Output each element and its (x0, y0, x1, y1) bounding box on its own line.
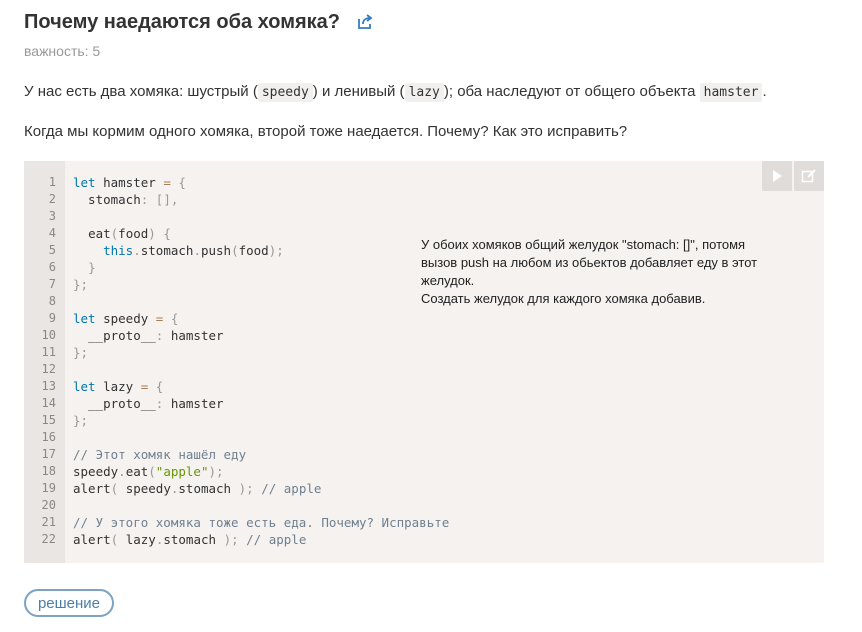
title-row: Почему наедаются оба хомяка? (24, 8, 374, 36)
line-number: 8 (48, 294, 56, 308)
line-number: 3 (48, 209, 56, 223)
note-line: У обоих хомяков общий желудок "stomach: … (421, 237, 746, 252)
line-number: 16 (41, 430, 56, 444)
line-number: 7 (48, 277, 56, 291)
line-number: 11 (41, 345, 56, 359)
share-link-icon[interactable] (356, 13, 374, 31)
line-number: 5 (48, 243, 56, 257)
line-number: 20 (41, 498, 56, 512)
line-number: 6 (48, 260, 56, 274)
line-number: 14 (41, 396, 56, 410)
line-number: 2 (48, 192, 56, 206)
note-line: желудок. (421, 273, 475, 288)
line-number: 4 (48, 226, 56, 240)
inline-code-lazy: lazy (404, 83, 444, 102)
task-description: У нас есть два хомяка: шустрый (speedy) … (24, 82, 767, 103)
run-code-button[interactable] (762, 161, 792, 191)
text-segment: ); оба наследуют от общего объекта (443, 83, 696, 100)
inline-code-hamster: hamster (699, 83, 763, 102)
text-segment: У нас есть два хомяка: шустрый ( (24, 83, 258, 100)
text-segment: . (762, 83, 767, 100)
solution-button[interactable]: решение (24, 589, 114, 617)
line-number: 12 (41, 362, 56, 376)
play-icon (773, 170, 782, 182)
answer-note: У обоих хомяков общий желудок "stomach: … (421, 236, 801, 308)
importance-label: важность: 5 (24, 43, 101, 59)
line-numbers: 1 2 3 4 5 6 7 8 9 10 11 12 13 14 15 16 17 18 19 20 21 22 (24, 174, 56, 548)
note-line: вызов push на любом из обьектов добавляе… (421, 255, 758, 270)
line-number: 22 (41, 532, 56, 546)
code-content: let hamster = { stomach: [], eat(food) {… (73, 175, 450, 547)
open-in-sandbox-button[interactable] (794, 161, 824, 191)
line-number: 13 (41, 379, 56, 393)
line-number: 17 (41, 447, 56, 461)
line-number: 10 (41, 328, 56, 342)
edit-icon (801, 169, 816, 183)
code-block: 1 2 3 4 5 6 7 8 9 10 11 12 13 14 15 16 17 18 19 20 21 22 let … (24, 161, 824, 563)
line-number: 15 (41, 413, 56, 427)
line-number: 18 (41, 464, 56, 478)
line-number: 19 (41, 481, 56, 495)
line-number: 21 (41, 515, 56, 529)
text-segment: ) и ленивый ( (312, 83, 405, 100)
task-question: Когда мы кормим одного хомяка, второй то… (24, 123, 628, 140)
note-line: Создать желудок для каждого хомяка добав… (421, 291, 706, 306)
line-number: 9 (48, 311, 56, 325)
inline-code-speedy: speedy (257, 83, 313, 102)
page-title: Почему наедаются оба хомяка? (24, 11, 341, 33)
line-number: 1 (48, 175, 56, 189)
